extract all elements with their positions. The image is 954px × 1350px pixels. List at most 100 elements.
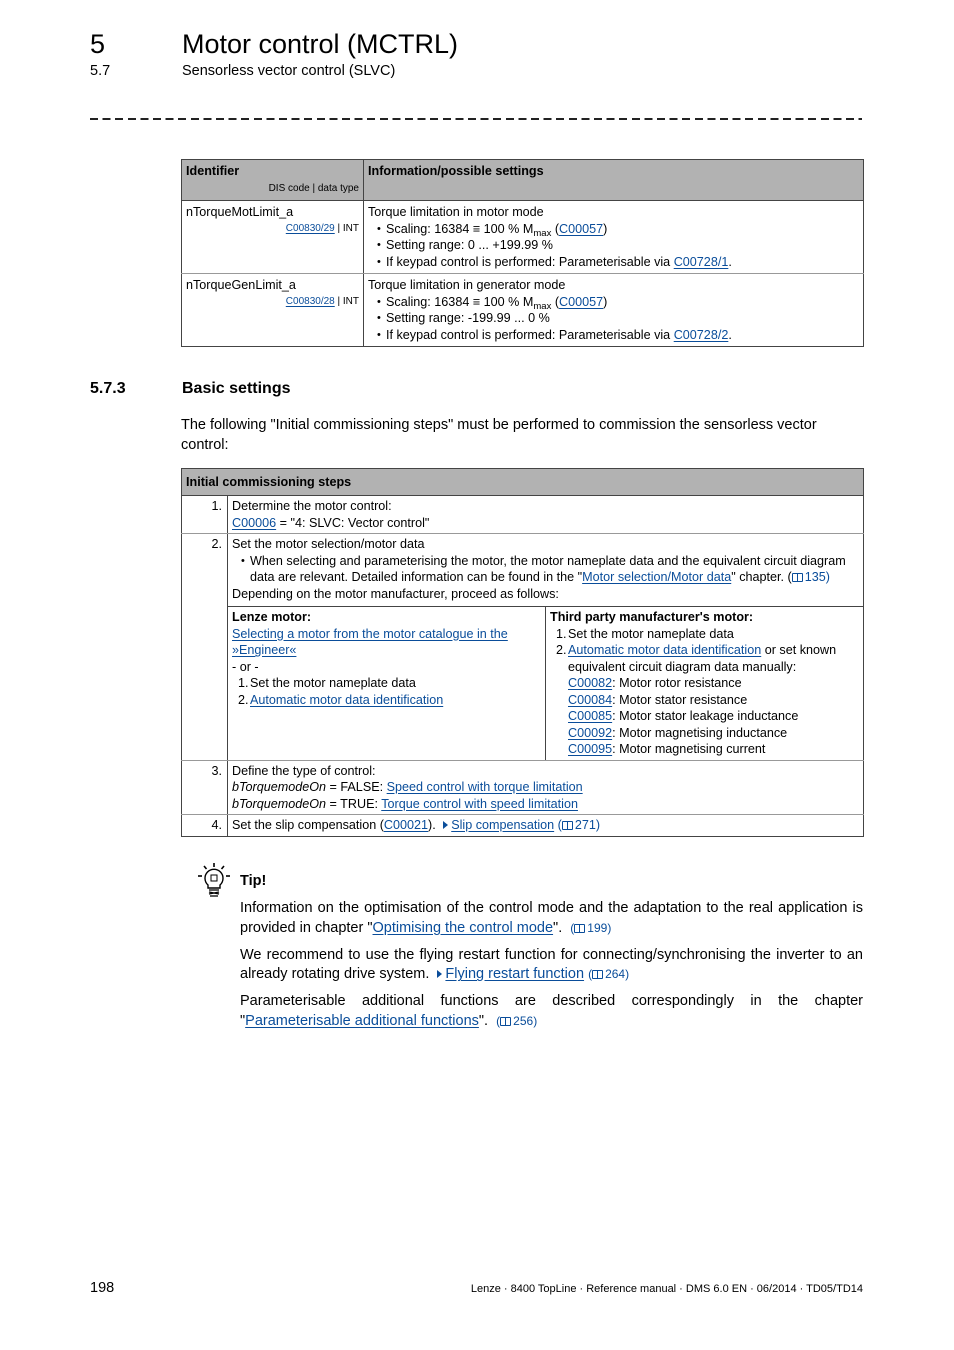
tip-suffix: ". — [553, 919, 563, 936]
code-item: C00085: Motor stator leakage inductance — [568, 708, 859, 725]
keypad-text: If keypad control is performed: Paramete… — [386, 327, 674, 342]
section-title: Sensorless vector control (SLVC) — [182, 63, 396, 79]
page-ref[interactable]: 135) — [791, 570, 830, 584]
dis-code-link[interactable]: C00830/29 — [286, 223, 335, 234]
section-number: 5.7 — [90, 63, 111, 79]
step-text: Determine the motor control: — [232, 499, 392, 513]
code-desc: : Motor magnetising current — [612, 742, 766, 756]
book-icon — [561, 821, 573, 830]
motor-catalogue-link[interactable]: Selecting a motor from the motor catalog… — [232, 627, 508, 658]
c00021-link[interactable]: C00021 — [384, 818, 428, 832]
lightbulb-icon — [197, 862, 231, 898]
table-row: nTorqueGenLimit_a C00830/28 | INT Torque… — [181, 273, 864, 347]
settings-list: Scaling: 16384 ≡ 100 % Mmax (C00057) Set… — [368, 294, 859, 344]
variable-name: bTorquemodeOn — [232, 780, 327, 794]
tip-paragraph: Parameterisable additional functions are… — [240, 992, 863, 1032]
motor-selection-link[interactable]: Motor selection/Motor data — [582, 570, 731, 584]
step-text: Define the type of control: — [232, 763, 376, 778]
third-party-title: Third party manufacturer's motor: — [550, 610, 754, 624]
commissioning-steps-table: Initial commissioning steps 1. Determine… — [181, 468, 864, 837]
page-ref[interactable]: (264) — [588, 967, 629, 981]
info-cell: Torque limitation in generator mode Scal… — [363, 273, 864, 347]
identifier-header-label: Identifier — [186, 164, 240, 178]
range-item: Setting range: 0 ... +199.99 % — [377, 237, 859, 254]
identifier-column-header: Identifier DIS code | data type — [181, 159, 364, 201]
code-link[interactable]: C00084 — [568, 693, 612, 707]
auto-identification-link[interactable]: Automatic motor data identification — [568, 643, 761, 657]
page-ref[interactable]: (271) — [558, 818, 600, 832]
third-party-motor-cell: Third party manufacturer's motor: 1. Set … — [545, 606, 863, 760]
code-link[interactable]: C00092 — [568, 726, 612, 740]
signal-description: Torque limitation in motor mode — [368, 205, 544, 219]
signal-identifier: nTorqueGenLimit_a — [186, 278, 296, 292]
step-text: Set the motor selection/motor data — [232, 537, 425, 551]
keypad-link[interactable]: C00728/2 — [674, 328, 729, 342]
scaling-text: Scaling: 16384 ≡ 100 % M — [386, 221, 534, 236]
variable-name: bTorquemodeOn — [232, 796, 327, 811]
step-row: 4. Set the slip compensation (C00021). S… — [181, 814, 864, 837]
additional-functions-link[interactable]: Parameterisable additional functions — [245, 1013, 479, 1029]
tip-body: Information on the optimisation of the c… — [240, 899, 863, 1039]
step-setting: C00006 = "4: SLVC: Vector control" — [232, 515, 859, 532]
step-row: 2. Set the motor selection/motor data Wh… — [181, 533, 864, 761]
step-content: Set the slip compensation (C00021). Slip… — [227, 814, 864, 837]
proceed-text: Depending on the motor manufacturer, pro… — [232, 586, 559, 601]
tip-label: Tip! — [240, 873, 267, 889]
c00006-link[interactable]: C00006 — [232, 516, 276, 530]
speed-control-link[interactable]: Speed control with torque limitation — [387, 780, 583, 794]
code-desc: : Motor stator leakage inductance — [612, 709, 799, 723]
dis-code-subheader: DIS code | data type — [268, 182, 359, 194]
book-icon — [592, 970, 604, 980]
scaling-link[interactable]: C00057 — [559, 222, 603, 236]
page-ref-number: 135 — [804, 570, 826, 584]
page-ref[interactable]: (256) — [496, 1014, 537, 1028]
code-item: C00095: Motor magnetising current — [568, 741, 859, 758]
tip-suffix: ". — [478, 1012, 489, 1029]
subsection-number: 5.7.3 — [90, 380, 126, 397]
code-link[interactable]: C00095 — [568, 742, 612, 756]
code-link[interactable]: C00082 — [568, 676, 612, 690]
step-suffix: ). — [428, 818, 436, 832]
dis-code-link[interactable]: C00830/28 — [286, 296, 335, 307]
step-content: Determine the motor control: C00006 = "4… — [227, 495, 864, 534]
flying-restart-link[interactable]: Flying restart function — [445, 966, 584, 982]
scaling-link[interactable]: C00057 — [559, 295, 603, 309]
footer-doc-info: Lenze · 8400 TopLine · Reference manual … — [470, 1283, 863, 1295]
auto-identification-link[interactable]: Automatic motor data identification — [250, 692, 443, 709]
bullet-suffix: " chapter. ( — [731, 570, 792, 584]
arrow-right-icon — [437, 970, 443, 979]
step-number: 4. — [181, 814, 228, 837]
code-list: C00082: Motor rotor resistance C00084: M… — [568, 675, 859, 758]
data-type: | INT — [334, 222, 360, 234]
scaling-text: Scaling: 16384 ≡ 100 % M — [386, 294, 534, 309]
step-content: Set the motor selection/motor data When … — [227, 533, 864, 761]
signal-description: Torque limitation in generator mode — [368, 278, 566, 292]
book-icon — [500, 1016, 512, 1026]
torque-control-link[interactable]: Torque control with speed limitation — [381, 797, 578, 811]
list-item: 2. Automatic motor data identification or… — [556, 642, 859, 758]
step-text: Set the slip compensation ( — [232, 818, 384, 832]
tip-paragraph: We recommend to use the flying restart f… — [240, 946, 863, 986]
chapter-number: 5 — [90, 29, 106, 59]
page-ref-number: 264 — [605, 967, 626, 982]
step-number: 3. — [181, 759, 228, 815]
keypad-item: If keypad control is performed: Paramete… — [377, 254, 859, 271]
subsection-title: Basic settings — [182, 380, 291, 397]
slip-compensation-link[interactable]: Slip compensation — [451, 818, 554, 832]
step-row: 1. Determine the motor control: C00006 =… — [181, 495, 864, 534]
code-item: C00084: Motor stator resistance — [568, 692, 859, 709]
page-ref-number: 199 — [587, 920, 608, 935]
optimising-link[interactable]: Optimising the control mode — [373, 920, 554, 936]
code-desc: : Motor stator resistance — [612, 692, 748, 707]
code-link[interactable]: C00085 — [568, 709, 612, 723]
keypad-link[interactable]: C00728/1 — [674, 255, 729, 269]
motor-options-table: Lenze motor: Selecting a motor from the … — [228, 606, 863, 760]
page-ref-number: 271 — [574, 818, 596, 832]
code-item: C00082: Motor rotor resistance — [568, 675, 859, 692]
info-column-header: Information/possible settings — [363, 159, 864, 201]
or-separator: - or - — [232, 659, 259, 674]
page-ref[interactable]: (199) — [570, 921, 611, 935]
table-row: nTorqueMotLimit_a C00830/29 | INT Torque… — [181, 200, 864, 274]
item-number: 2. — [238, 692, 249, 707]
signal-identifier: nTorqueMotLimit_a — [186, 205, 294, 219]
